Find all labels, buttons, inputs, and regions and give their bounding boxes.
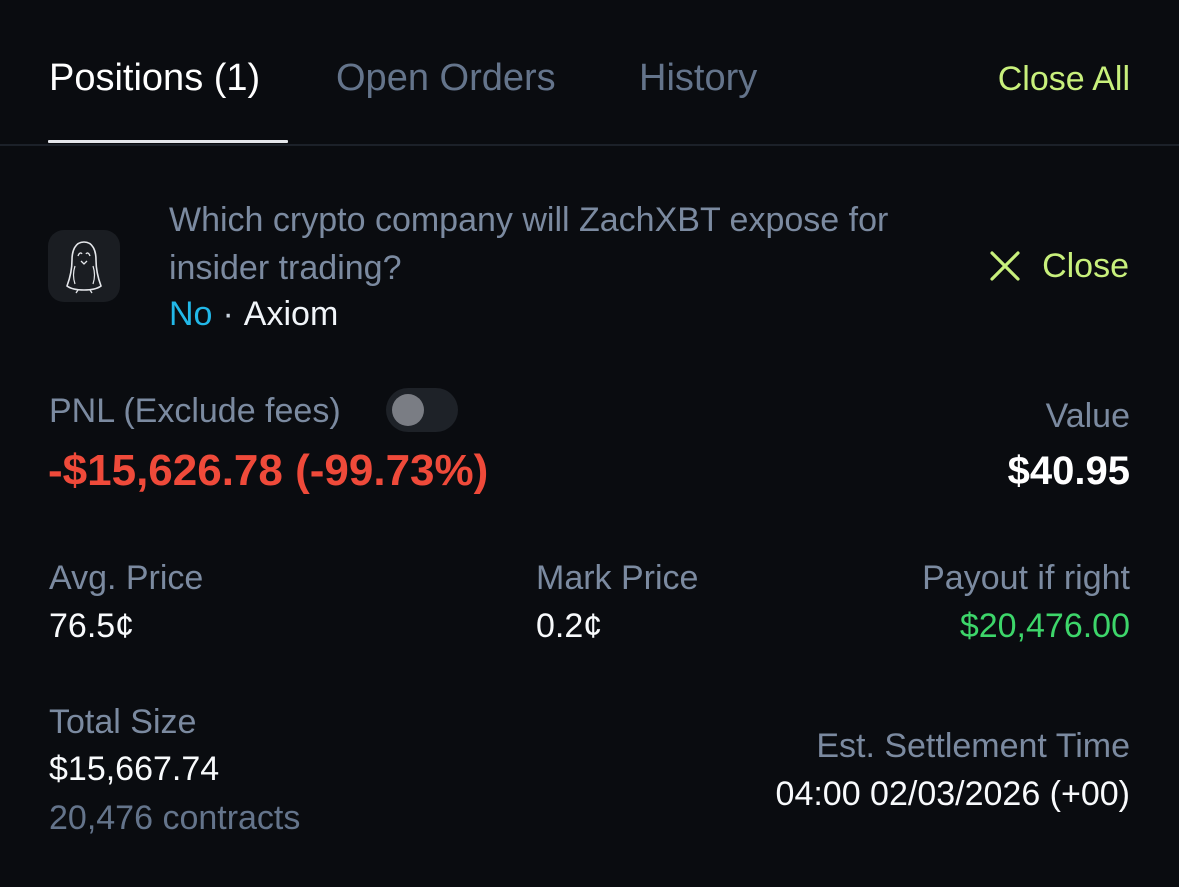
positions-panel: Positions (1) Open Orders History Close …: [0, 0, 1179, 887]
avg-price-label: Avg. Price: [49, 559, 204, 597]
settlement-label: Est. Settlement Time: [816, 727, 1130, 765]
toggle-knob: [392, 394, 424, 426]
market-title[interactable]: Which crypto company will ZachXBT expose…: [169, 196, 949, 292]
value-amount: $40.95: [1007, 449, 1130, 493]
pnl-value: -$15,626.78 (-99.73%): [48, 446, 489, 495]
pnl-label: PNL (Exclude fees): [49, 392, 341, 430]
market-outcome: No · Axiom: [169, 292, 338, 336]
value-label: Value: [1045, 397, 1130, 435]
settlement-time: 04:00 02/03/2026 (+00): [775, 775, 1130, 813]
outcome-name: Axiom: [243, 295, 339, 333]
close-icon: [990, 251, 1020, 281]
payout-value: $20,476.00: [959, 607, 1130, 645]
tab-open-orders[interactable]: Open Orders: [336, 56, 556, 100]
active-tab-indicator: [48, 140, 288, 143]
exclude-fees-toggle[interactable]: [386, 388, 458, 432]
mark-price-value: 0.2¢: [536, 607, 603, 645]
tab-bar: Positions (1) Open Orders History Close …: [0, 0, 1179, 146]
side-badge: No: [169, 295, 213, 333]
payout-label: Payout if right: [922, 559, 1130, 597]
total-size-value: $15,667.74: [49, 750, 220, 788]
penguin-ghost-icon: [48, 230, 120, 302]
mark-price-label: Mark Price: [536, 559, 699, 597]
contracts-count: 20,476 contracts: [49, 799, 301, 837]
separator-dot: ·: [222, 295, 234, 333]
tab-history[interactable]: History: [639, 56, 757, 100]
avg-price-value: 76.5¢: [49, 607, 135, 645]
close-label: Close: [1042, 246, 1129, 285]
close-position-button[interactable]: Close: [988, 244, 1129, 288]
total-size-label: Total Size: [49, 703, 197, 741]
close-all-button[interactable]: Close All: [998, 59, 1130, 99]
tab-positions[interactable]: Positions (1): [49, 56, 260, 100]
